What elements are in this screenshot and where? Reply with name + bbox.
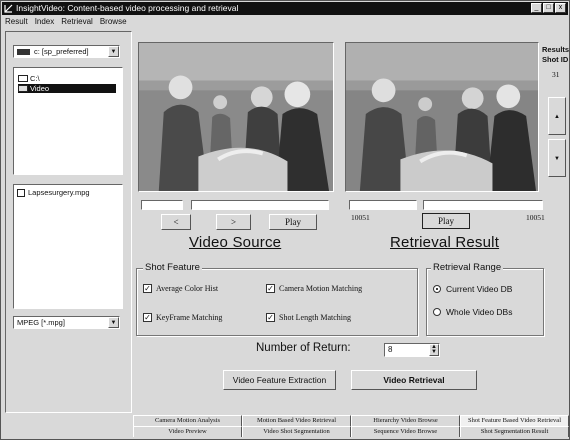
- file-label: Lapsesurgery.mpg: [28, 188, 90, 197]
- result-end-frame: 10051: [526, 213, 545, 222]
- shot-id-value: 31: [552, 70, 560, 79]
- file-type-value: MPEG [*.mpg]: [17, 318, 65, 327]
- retrieval-range-group: Retrieval Range: [426, 262, 544, 336]
- result-progress-bar[interactable]: [423, 200, 543, 210]
- checkbox-label: Average Color Hist: [156, 284, 219, 293]
- surgery-scene-image: [139, 43, 333, 191]
- menu-result[interactable]: Result: [5, 16, 28, 28]
- file-item[interactable]: Lapsesurgery.mpg: [17, 188, 90, 197]
- source-frame-field[interactable]: [141, 200, 183, 210]
- checkbox-label: KeyFrame Matching: [156, 313, 223, 322]
- drive-value: c: [sp_preferred]: [34, 47, 89, 56]
- video-feature-extraction-button[interactable]: Video Feature Extraction: [223, 370, 336, 390]
- menu-index[interactable]: Index: [35, 16, 55, 28]
- tab-shot-feature-based-video-retrieval[interactable]: Shot Feature Based Video Retrieval: [460, 415, 569, 426]
- dir-label: C:\: [30, 74, 40, 83]
- window-title: InsightVideo: Content-based video proces…: [16, 3, 239, 13]
- current-video-db-radio[interactable]: Current Video DB: [433, 284, 512, 294]
- number-of-return-stepper[interactable]: 8 ▲ ▼: [384, 343, 440, 357]
- keyframe-matching-checkbox[interactable]: ✓ KeyFrame Matching: [143, 313, 222, 323]
- tab-motion-based-video-retrieval[interactable]: Motion Based Video Retrieval: [242, 415, 351, 426]
- arrow-down-icon: ▼: [554, 156, 560, 162]
- tab-video-shot-segmentation[interactable]: Video Shot Segmentation: [242, 426, 351, 437]
- shot-length-matching-checkbox[interactable]: ✓ Shot Length Matching: [266, 313, 351, 323]
- radio-label: Current Video DB: [446, 284, 513, 294]
- shot-feature-legend: Shot Feature: [143, 262, 202, 273]
- minimize-button[interactable]: _: [531, 3, 542, 13]
- tab-row-bottom: Video Preview Video Shot Segmentation Se…: [133, 426, 569, 437]
- tab-shot-segmentation-result[interactable]: Shot Segmentation Result: [460, 426, 569, 437]
- tab-video-preview[interactable]: Video Preview: [133, 426, 242, 437]
- camera-motion-matching-checkbox[interactable]: ✓ Camera Motion Matching: [266, 284, 362, 294]
- result-up-button[interactable]: ▲: [548, 97, 566, 135]
- retrieval-range-legend: Retrieval Range: [431, 262, 504, 273]
- shot-feature-group: Shot Feature: [136, 262, 418, 336]
- folder-open-icon: [18, 85, 28, 92]
- close-button[interactable]: x: [555, 3, 566, 13]
- spinner-arrows-icon[interactable]: ▲ ▼: [429, 344, 439, 356]
- file-icon: [17, 189, 25, 197]
- source-play-button[interactable]: Play: [269, 214, 317, 230]
- checkbox-label: Shot Length Matching: [279, 313, 351, 322]
- checkbox-checked-icon: ✓: [143, 313, 152, 322]
- tab-row-top: Camera Motion Analysis Motion Based Vide…: [133, 415, 569, 426]
- radio-selected-icon: [433, 285, 441, 293]
- checkbox-checked-icon: ✓: [266, 284, 275, 293]
- number-of-return-label: Number of Return:: [256, 342, 351, 354]
- maximize-button[interactable]: □: [543, 3, 554, 13]
- dir-item-video[interactable]: Video: [18, 84, 116, 93]
- menu-retrieval[interactable]: Retrieval: [61, 16, 93, 28]
- chevron-down-icon[interactable]: ▼: [108, 46, 119, 57]
- dir-item-root[interactable]: C:\: [18, 74, 40, 83]
- video-retrieval-button[interactable]: Video Retrieval: [351, 370, 477, 390]
- result-down-button[interactable]: ▼: [548, 139, 566, 177]
- result-play-button[interactable]: Play: [422, 213, 470, 229]
- title-bar: InsightVideo: Content-based video proces…: [2, 2, 568, 15]
- checkbox-label: Camera Motion Matching: [279, 284, 363, 293]
- checkbox-checked-icon: ✓: [143, 284, 152, 293]
- result-frame-field[interactable]: [349, 200, 417, 210]
- next-button[interactable]: >: [216, 214, 251, 230]
- app-icon: [4, 4, 13, 13]
- checkbox-checked-icon: ✓: [266, 313, 275, 322]
- number-of-return-value: 8: [388, 345, 393, 354]
- tab-hierarchy-video-browse[interactable]: Hierarchy Video Browse: [351, 415, 460, 426]
- average-color-hist-checkbox[interactable]: ✓ Average Color Hist: [143, 284, 218, 294]
- folder-open-icon: [18, 75, 28, 82]
- arrow-up-icon: ▲: [554, 114, 560, 120]
- whole-video-dbs-radio[interactable]: Whole Video DBs: [433, 307, 512, 317]
- app-window: InsightVideo: Content-based video proces…: [0, 0, 570, 440]
- menu-bar: Result Index Retrieval Browse: [2, 16, 568, 28]
- results-label: Results: [542, 45, 570, 54]
- menu-browse[interactable]: Browse: [100, 16, 127, 28]
- result-start-frame: 10051: [351, 213, 370, 222]
- file-list[interactable]: Lapsesurgery.mpg: [13, 184, 123, 309]
- retrieval-result-label: Retrieval Result: [390, 234, 500, 251]
- radio-label: Whole Video DBs: [446, 307, 513, 317]
- tab-sequence-video-browse[interactable]: Sequence Video Browse: [351, 426, 460, 437]
- chevron-down-icon[interactable]: ▼: [108, 317, 119, 328]
- surgery-scene-image: [346, 43, 538, 191]
- drive-select[interactable]: c: [sp_preferred] ▼: [13, 45, 120, 58]
- file-type-select[interactable]: MPEG [*.mpg] ▼: [13, 316, 120, 329]
- drive-icon: [17, 49, 30, 55]
- prev-button[interactable]: <: [161, 214, 191, 230]
- result-video-frame: [345, 42, 539, 192]
- shot-id-label: Shot ID: [542, 55, 569, 64]
- radio-unselected-icon: [433, 308, 441, 316]
- video-source-label: Video Source: [189, 234, 282, 251]
- source-progress-bar[interactable]: [191, 200, 329, 210]
- source-video-frame: [138, 42, 334, 192]
- tab-camera-motion-analysis[interactable]: Camera Motion Analysis: [133, 415, 242, 426]
- dir-label: Video: [30, 84, 50, 93]
- directory-list[interactable]: C:\ Video: [13, 67, 123, 175]
